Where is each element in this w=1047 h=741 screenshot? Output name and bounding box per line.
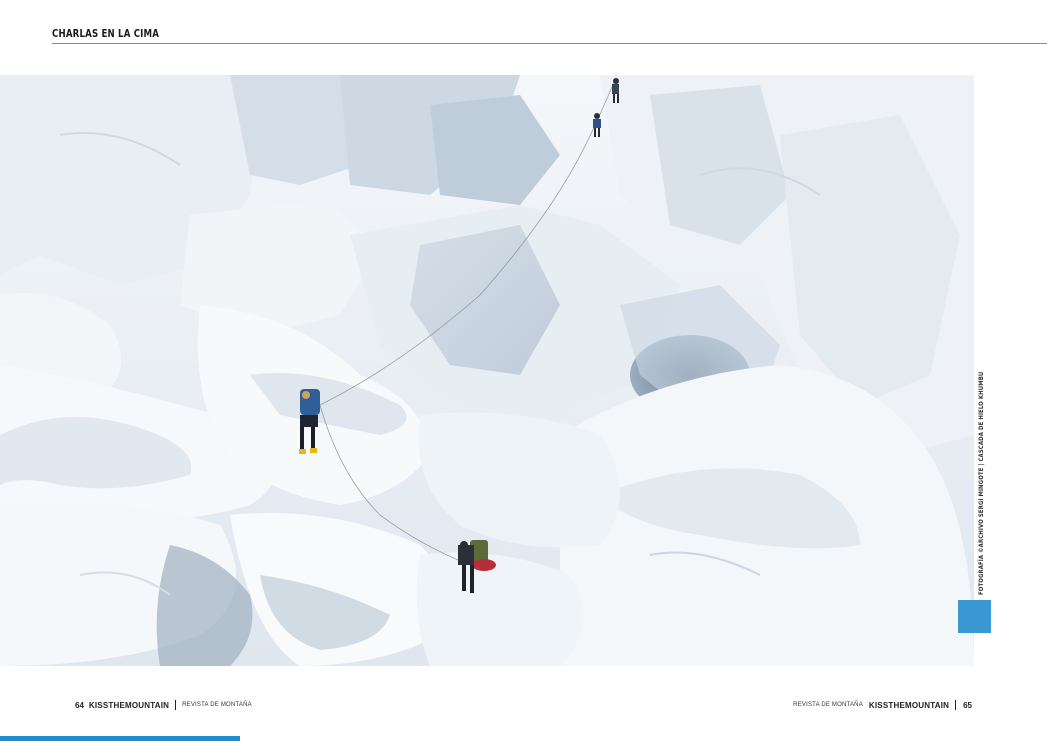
footer-separator <box>955 700 957 710</box>
photo-credit: FOTOGRAFÍA ©ARCHIVO SERGI MINGOTE | CASC… <box>978 371 985 595</box>
bottom-accent-bar <box>0 736 240 741</box>
footer-left: 64 KISSTHEMOUNTAIN REVISTA DE MONTAÑA <box>75 698 252 712</box>
section-label: CHARLAS EN LA CIMA <box>52 28 160 40</box>
page-header: CHARLAS EN LA CIMA <box>52 28 1047 44</box>
accent-square <box>958 600 991 633</box>
footer-separator <box>175 700 177 710</box>
page-number-right: 65 <box>963 700 972 710</box>
brand-right: KISSTHEMOUNTAIN <box>868 700 950 710</box>
footer-right: REVISTA DE MONTAÑA KISSTHEMOUNTAIN 65 <box>793 698 972 712</box>
brand-left: KISSTHEMOUNTAIN <box>88 700 170 710</box>
page-number-left: 64 <box>75 700 84 710</box>
magazine-right: REVISTA DE MONTAÑA <box>793 702 863 708</box>
magazine-left: REVISTA DE MONTAÑA <box>182 702 252 708</box>
icefall-photo <box>0 75 974 666</box>
icefall-illustration <box>0 75 974 666</box>
header-rule <box>52 43 1047 44</box>
